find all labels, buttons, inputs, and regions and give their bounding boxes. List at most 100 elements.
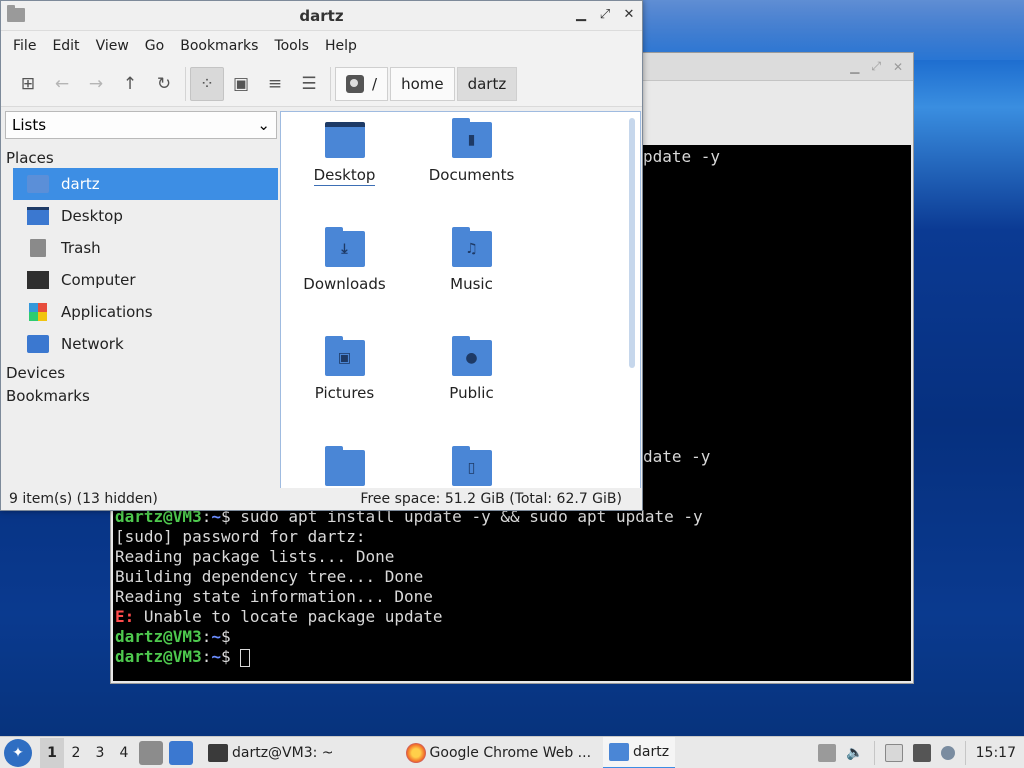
close-icon[interactable]: ✕ [893,60,903,74]
file-item-music[interactable]: ♫ Music [408,227,535,293]
downloads-folder-icon: ⤓ [324,227,365,267]
show-desktop-icon[interactable] [169,740,193,765]
workspace-4[interactable]: 4 [112,738,136,768]
task-file-manager[interactable]: dartz [603,736,676,768]
menu-help[interactable]: Help [317,38,365,54]
terminal-active-prompt[interactable]: dartz@VM3:~$ [115,647,909,667]
clipboard-icon[interactable] [884,743,903,762]
forward-arrow-icon[interactable]: → [79,67,113,101]
file-item-partial[interactable] [281,446,408,488]
menu-view[interactable]: View [88,38,137,54]
up-arrow-icon[interactable]: ↑ [113,67,147,101]
file-manager-launcher-icon[interactable] [139,740,163,765]
places-header[interactable]: Places [3,145,278,168]
update-notifier-icon[interactable] [940,745,955,760]
network-status-icon[interactable] [912,743,931,762]
devices-header[interactable]: Devices [3,360,278,383]
compact-view-icon[interactable]: ≡ [258,67,292,101]
sidebar-item-network[interactable]: Network [13,328,278,360]
vertical-scrollbar[interactable] [629,118,635,368]
home-icon [27,175,49,193]
trash-icon [30,239,46,257]
pictures-folder-icon: ▣ [324,336,365,376]
window-title: dartz [299,6,344,25]
file-item-documents[interactable]: ▮ Documents [408,118,535,184]
file-item-public[interactable]: ● Public [408,336,535,402]
templates-folder-icon: ▯ [451,446,492,486]
toolbar: ⊞ ← → ↑ ↻ ⁘ ▣ ≡ ☰ / home dartz [1,61,642,107]
close-icon[interactable]: ✕ [622,7,636,22]
thumbnail-view-icon[interactable]: ▣ [224,67,258,101]
desktop-icon [27,207,49,225]
workspace-3[interactable]: 3 [88,738,112,768]
maximize-icon[interactable]: ⤢ [871,59,881,74]
file-view[interactable]: Desktop ▮ Documents ⤓ Downloads ♫ Music … [280,111,641,489]
system-tray: 🔈 15:17 [818,740,1024,765]
side-pane: Lists ⌄ Places dartz Desktop Trash Compu… [3,109,278,489]
sidebar-item-applications[interactable]: Applications [13,296,278,328]
start-menu-icon[interactable]: ✦ [4,738,32,767]
wallpaper-highlight [640,0,1024,60]
file-item-partial[interactable]: ▯ [408,446,535,488]
terminal-line: Building dependency tree... Done [115,567,424,586]
sidebar-item-dartz[interactable]: dartz [13,168,278,200]
taskbar: ✦ 1 2 3 4 dartz@VM3: ~ Google Chrome Web… [0,736,1024,768]
clock[interactable]: 15:17 [976,745,1016,761]
sidebar-item-desktop[interactable]: Desktop [13,200,278,232]
sidebar-item-trash[interactable]: Trash [13,232,278,264]
terminal-line: Reading state information... Done [115,587,433,606]
computer-icon [27,271,49,289]
free-space: Free space: 51.2 GiB (Total: 62.7 GiB) [360,491,622,507]
reload-icon[interactable]: ↻ [147,67,181,101]
public-folder-icon: ● [451,336,492,376]
file-item-downloads[interactable]: ⤓ Downloads [281,227,408,293]
folder-icon [609,742,630,761]
bookmarks-header[interactable]: Bookmarks [3,383,278,406]
detailed-list-icon[interactable]: ☰ [292,67,326,101]
task-chrome[interactable]: Google Chrome Web ... [400,737,598,768]
menu-tools[interactable]: Tools [266,38,317,54]
tray-divider [964,740,966,765]
terminal-line: [sudo] password for dartz: [115,527,366,546]
path-root-button[interactable]: / [335,66,389,101]
task-terminal[interactable]: dartz@VM3: ~ [202,737,340,768]
terminal-icon [208,743,228,762]
terminal-prompt: dartz@VM3:~$ [115,627,231,646]
browser-icon [405,742,426,763]
minimize-icon[interactable]: ▁ [850,60,859,74]
menu-file[interactable]: File [5,38,44,54]
menu-edit[interactable]: Edit [44,38,87,54]
new-tab-icon[interactable]: ⊞ [11,67,45,101]
volume-icon[interactable]: 🔈 [846,745,863,761]
workspace-1[interactable]: 1 [40,737,64,768]
file-manager-window[interactable]: dartz ▁ ⤢ ✕ File Edit View Go Bookmarks … [0,0,643,511]
desktop-folder-icon [324,122,365,158]
file-manager-titlebar[interactable]: dartz ▁ ⤢ ✕ [1,1,642,31]
path-segment-dartz[interactable]: dartz [456,66,518,101]
menu-bar: File Edit View Go Bookmarks Tools Help [1,31,642,61]
documents-folder-icon: ▮ [451,118,492,158]
workspace-2[interactable]: 2 [64,738,88,768]
side-pane-mode-select[interactable]: Lists ⌄ [5,111,277,139]
back-arrow-icon[interactable]: ← [45,67,79,101]
menu-go[interactable]: Go [137,38,172,54]
menu-bookmarks[interactable]: Bookmarks [172,38,266,54]
tray-divider [873,740,875,765]
applications-icon [29,303,47,321]
search-icon [346,74,364,93]
icon-view-icon[interactable]: ⁘ [190,66,224,101]
music-folder-icon: ♫ [451,227,492,267]
network-icon [27,335,49,353]
chevron-down-icon: ⌄ [257,116,270,134]
folder-icon [324,446,365,486]
sidebar-item-computer[interactable]: Computer [13,264,278,296]
minimize-icon[interactable]: ▁ [574,7,588,22]
terminal-cursor [240,648,251,667]
path-segment-home[interactable]: home [390,66,455,101]
tray-arrow-icon[interactable] [818,743,837,762]
terminal-error-line: E: Unable to locate package update [115,607,443,626]
file-item-desktop[interactable]: Desktop [281,122,408,186]
maximize-icon[interactable]: ⤢ [598,7,612,22]
file-item-pictures[interactable]: ▣ Pictures [281,336,408,402]
folder-icon [7,5,25,22]
